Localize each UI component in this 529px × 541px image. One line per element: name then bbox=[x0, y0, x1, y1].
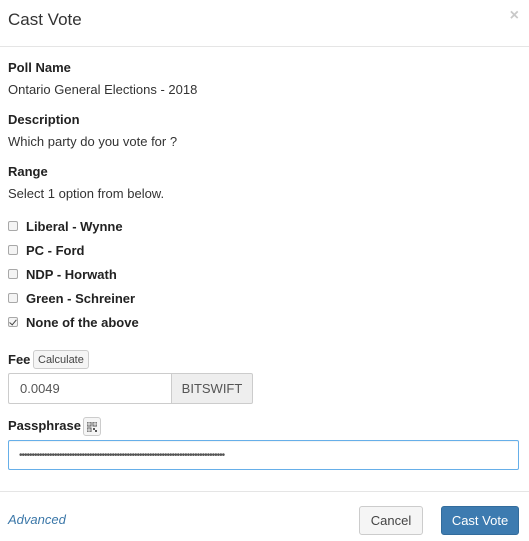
checkbox[interactable] bbox=[8, 221, 18, 231]
modal-title: Cast Vote bbox=[8, 10, 82, 29]
cast-vote-modal: Cast Vote × Poll Name Ontario General El… bbox=[0, 0, 529, 541]
advanced-link[interactable]: Advanced bbox=[8, 512, 66, 527]
cancel-button[interactable]: Cancel bbox=[359, 506, 423, 535]
fee-currency-addon: BITSWIFT bbox=[171, 373, 253, 404]
checkbox[interactable] bbox=[8, 269, 18, 279]
close-icon[interactable]: × bbox=[510, 8, 519, 24]
option-label: PC - Ford bbox=[26, 242, 85, 258]
passphrase-label: Passphrase bbox=[8, 418, 81, 433]
vote-option-green[interactable]: Green - Schreiner bbox=[8, 290, 135, 306]
option-label: None of the above bbox=[26, 314, 139, 330]
vote-option-ndp[interactable]: NDP - Horwath bbox=[8, 266, 117, 282]
cast-vote-button[interactable]: Cast Vote bbox=[441, 506, 519, 535]
description-value: Which party do you vote for ? bbox=[8, 134, 178, 149]
calculate-fee-button[interactable]: Calculate bbox=[33, 350, 89, 369]
checkbox[interactable] bbox=[8, 245, 18, 255]
poll-name-label: Poll Name bbox=[8, 60, 71, 75]
modal-header: Cast Vote × bbox=[0, 0, 529, 47]
fee-label: Fee bbox=[8, 352, 31, 367]
fee-input[interactable]: 0.0049 bbox=[8, 373, 171, 404]
option-label: NDP - Horwath bbox=[26, 266, 117, 282]
checkbox-checked[interactable] bbox=[8, 317, 18, 327]
vote-option-liberal[interactable]: Liberal - Wynne bbox=[8, 218, 123, 234]
vote-option-none[interactable]: None of the above bbox=[8, 314, 139, 330]
checkbox[interactable] bbox=[8, 293, 18, 303]
option-label: Green - Schreiner bbox=[26, 290, 136, 306]
passphrase-input[interactable]: ••••••••••••••••••••••••••••••••••••••••… bbox=[8, 440, 519, 470]
description-label: Description bbox=[8, 112, 80, 127]
vote-option-pc[interactable]: PC - Ford bbox=[8, 242, 85, 258]
option-label: Liberal - Wynne bbox=[26, 218, 123, 234]
modal-footer: Advanced Cancel Cast Vote bbox=[0, 491, 529, 541]
range-label: Range bbox=[8, 164, 48, 179]
qr-code-icon[interactable] bbox=[83, 417, 101, 436]
range-value: Select 1 option from below. bbox=[8, 186, 165, 201]
poll-name-value: Ontario General Elections - 2018 bbox=[8, 82, 198, 97]
